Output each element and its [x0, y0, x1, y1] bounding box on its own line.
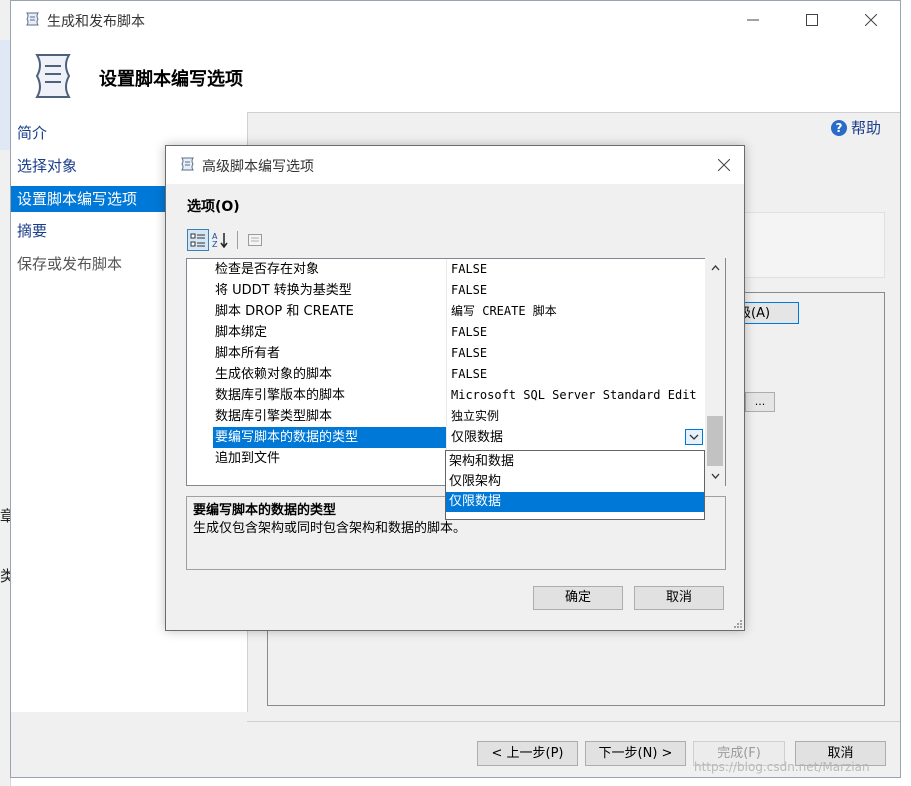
property-name: 追加到文件 [215, 451, 281, 466]
property-row[interactable]: 脚本所有者 FALSE [187, 343, 706, 364]
chevron-up-icon [711, 265, 719, 271]
dialog-cancel-button[interactable]: 取消 [634, 586, 724, 610]
property-row[interactable]: 将 UDDT 转换为基类型 FALSE [187, 280, 706, 301]
property-name: 检查是否存在对象 [215, 262, 320, 277]
property-row[interactable]: 生成依赖对象的脚本 FALSE [187, 364, 706, 385]
property-value-select[interactable]: 仅限数据 [451, 427, 705, 448]
script-scroll-icon [35, 54, 71, 98]
background-window-thumbnail [0, 40, 10, 150]
categorized-icon [190, 233, 205, 247]
grid-divider [446, 364, 447, 385]
property-grid-scrollbar[interactable] [705, 258, 725, 486]
script-icon [26, 12, 39, 26]
data-type-dropdown-list: 架构和数据 仅限架构 仅限数据 [445, 450, 705, 520]
svg-text:Z: Z [212, 240, 218, 249]
property-name: 数据库引擎版本的脚本 [215, 388, 346, 403]
property-pages-icon [248, 234, 262, 246]
property-name: 数据库引擎类型脚本 [215, 409, 333, 424]
property-pages-button [244, 229, 266, 251]
maximize-icon [806, 14, 818, 26]
property-value: FALSE [451, 262, 488, 276]
options-label: 选项(O) [187, 199, 240, 215]
chevron-down-icon [689, 434, 699, 440]
dialog-title: 高级脚本编写选项 [202, 159, 314, 175]
sort-alphabetical-icon: A Z [212, 232, 228, 249]
help-link[interactable]: ? 帮助 [831, 117, 881, 138]
grid-divider [446, 427, 447, 448]
property-row[interactable]: 脚本 DROP 和 CREATE 编写 CREATE 脚本 [187, 301, 706, 322]
dialog-close-button[interactable] [704, 146, 744, 184]
minimize-button[interactable] [724, 1, 782, 39]
property-name: 将 UDDT 转换为基类型 [215, 283, 352, 298]
footer-divider [247, 721, 900, 722]
property-name: 脚本 DROP 和 CREATE [215, 304, 354, 319]
property-value: FALSE [451, 283, 488, 297]
previous-button[interactable]: < 上一步(P) [477, 741, 578, 766]
wizard-header: 设置脚本编写选项 [11, 39, 900, 113]
description-title: 要编写脚本的数据的类型 [193, 503, 337, 518]
dropdown-option-schema-only[interactable]: 仅限架构 [446, 472, 704, 492]
dropdown-option-data-only[interactable]: 仅限数据 [446, 492, 704, 512]
maximize-button[interactable] [783, 1, 841, 39]
advanced-options-dialog: 高级脚本编写选项 选项(O) A Z 检查是否存在对象 FALSE 将 UDDT… [165, 145, 745, 631]
chevron-down-icon [711, 473, 719, 479]
wizard-titlebar[interactable]: 生成和发布脚本 [11, 1, 900, 39]
resize-grip-icon[interactable] [732, 618, 742, 628]
categorized-view-button[interactable] [187, 229, 209, 251]
toolbar-separator [237, 231, 238, 249]
wizard-title: 生成和发布脚本 [47, 14, 145, 30]
grid-divider [446, 406, 447, 427]
alphabetical-view-button[interactable]: A Z [209, 229, 231, 251]
grid-divider [446, 322, 447, 343]
dropdown-button[interactable] [685, 429, 703, 445]
grid-divider [446, 280, 447, 301]
close-button[interactable] [842, 1, 900, 39]
property-name: 要编写脚本的数据的类型 [213, 427, 447, 448]
page-title: 设置脚本编写选项 [99, 69, 243, 90]
property-value: FALSE [451, 346, 488, 360]
next-button[interactable]: 下一步(N) > [585, 741, 686, 766]
grid-divider [446, 385, 447, 406]
help-icon: ? [831, 119, 847, 136]
ok-button[interactable]: 确定 [533, 586, 623, 610]
property-value: Microsoft SQL Server Standard Edit [451, 388, 697, 402]
property-value: FALSE [451, 367, 488, 381]
grid-divider [446, 301, 447, 322]
property-value: 编写 CREATE 脚本 [451, 304, 557, 318]
minimize-icon [747, 19, 759, 21]
script-icon [181, 157, 194, 171]
description-text: 生成仅包含架构或同时包含架构和数据的脚本。 [193, 521, 467, 536]
nav-item-intro[interactable]: 简介 [11, 120, 247, 146]
watermark-text: https://blog.csdn.net/Marzian [694, 760, 870, 774]
scroll-up-button[interactable] [705, 260, 725, 276]
property-row[interactable]: 数据库引擎类型脚本 独立实例 [187, 406, 706, 427]
nav-item-scripting-options[interactable]: 设置脚本编写选项 [11, 186, 169, 212]
property-row[interactable]: 数据库引擎版本的脚本 Microsoft SQL Server Standard… [187, 385, 706, 406]
help-label: 帮助 [851, 119, 882, 137]
dialog-titlebar[interactable]: 高级脚本编写选项 [166, 146, 744, 184]
property-name: 脚本所有者 [215, 346, 281, 361]
close-icon [718, 159, 730, 171]
property-name: 生成依赖对象的脚本 [215, 367, 333, 382]
close-icon [865, 14, 877, 26]
scroll-down-button[interactable] [705, 468, 725, 484]
property-name: 脚本绑定 [215, 325, 268, 340]
scroll-thumb[interactable] [707, 416, 723, 466]
property-value: 独立实例 [451, 409, 500, 423]
property-row[interactable]: 脚本绑定 FALSE [187, 322, 706, 343]
property-value: FALSE [451, 325, 488, 339]
dropdown-option-schema-and-data[interactable]: 架构和数据 [446, 452, 704, 472]
property-grid-toolbar: A Z [187, 228, 266, 252]
grid-divider [446, 343, 447, 364]
grid-divider [446, 259, 447, 280]
property-row[interactable]: 检查是否存在对象 FALSE [187, 259, 706, 280]
property-row-selected[interactable]: 要编写脚本的数据的类型 仅限数据 [187, 427, 706, 448]
browse-button[interactable]: ... [745, 392, 775, 412]
